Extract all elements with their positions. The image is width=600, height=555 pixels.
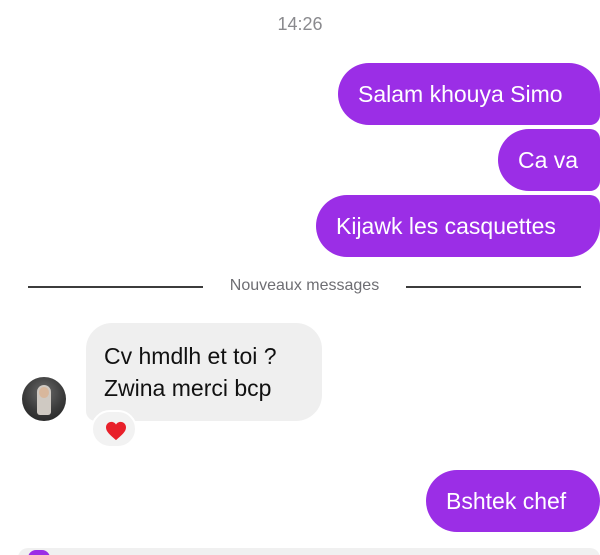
avatar[interactable] <box>22 377 66 421</box>
outgoing-message[interactable]: Ca va <box>498 129 600 191</box>
message-timestamp: 14:26 <box>277 14 323 34</box>
message-line: Zwina merci bcp <box>104 375 272 401</box>
new-messages-divider: Nouveaux messages <box>28 276 581 296</box>
heart-icon <box>106 421 126 441</box>
message-composer[interactable] <box>18 548 600 555</box>
heart-reaction[interactable] <box>91 410 137 448</box>
outgoing-message[interactable]: Salam khouya Simo <box>338 63 600 125</box>
divider-line <box>406 286 581 288</box>
incoming-message[interactable]: Cv hmdlh et toi ? Zwina merci bcp <box>86 323 322 421</box>
chat-screen: 14:26 Salam khouya Simo Ca va Kijawk les… <box>0 0 600 555</box>
outgoing-message[interactable]: Bshtek chef <box>426 470 600 532</box>
message-line: Cv hmdlh et toi ? <box>104 343 277 369</box>
avatar-face <box>39 387 49 398</box>
outgoing-message[interactable]: Kijawk les casquettes <box>316 195 600 257</box>
composer-icon[interactable] <box>28 550 50 555</box>
